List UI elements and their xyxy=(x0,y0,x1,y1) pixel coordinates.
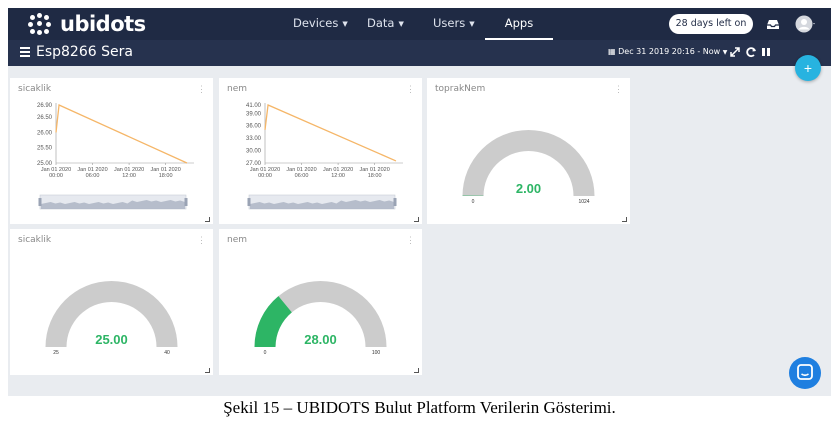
x-tick-label: 18:00 xyxy=(159,173,173,179)
chevron-down-icon: ▼ xyxy=(398,20,404,28)
resize-handle[interactable] xyxy=(414,368,419,373)
dashboard-title: Esp8266 Sera xyxy=(36,44,133,60)
x-tick-label: 06:00 xyxy=(86,173,100,179)
avatar-icon[interactable] xyxy=(795,13,817,35)
y-tick-label: 26.90 xyxy=(37,103,53,109)
nav-users[interactable]: Users ▼ xyxy=(433,8,475,40)
y-tick-label: 33.00 xyxy=(246,136,262,142)
resize-handle[interactable] xyxy=(622,217,627,222)
nav-apps-label: Apps xyxy=(504,16,534,30)
pause-icon[interactable] xyxy=(760,46,772,58)
gauge-value: 28.00 xyxy=(304,332,337,347)
resize-handle[interactable] xyxy=(205,368,210,373)
x-tick-label: 00:00 xyxy=(49,173,63,179)
inbox-icon[interactable] xyxy=(765,16,781,32)
plus-icon: + xyxy=(803,60,813,76)
gauge-max-label: 100 xyxy=(372,350,381,356)
hamburger-menu-icon[interactable] xyxy=(20,45,30,59)
ubidots-logo[interactable]: ubidots xyxy=(28,11,146,37)
logo-dots-icon xyxy=(28,13,54,35)
x-tick-label: 00:00 xyxy=(258,173,272,179)
refresh-icon[interactable] xyxy=(745,46,757,58)
gauge-value: 25.00 xyxy=(95,332,128,347)
widget-sicaklik-gauge[interactable]: sicaklik ⋮ 25.00 25 40 xyxy=(10,229,213,375)
navigator-handle-left xyxy=(247,198,251,206)
gauge-value: 2.00 xyxy=(516,181,541,196)
line-chart-nem: 41.0039.0036.0033.0030.0027.00Jan 01 202… xyxy=(246,103,403,210)
x-tick-label: 12:00 xyxy=(331,173,345,179)
app-screen: ubidots Devices ▼ Data ▼ Users ▼ Apps 28 da… xyxy=(8,8,831,396)
widget-topraknem-gauge[interactable]: toprakNem ⋮ 2.00 0 1024 xyxy=(427,78,630,224)
y-tick-label: 30.00 xyxy=(246,149,262,155)
chat-button[interactable] xyxy=(789,357,821,389)
device-header: Esp8266 Sera ▦ Dec 31 2019 20:16 - Now ▼ xyxy=(8,40,831,66)
add-widget-button[interactable]: + xyxy=(795,55,821,81)
y-tick-label: 25.50 xyxy=(37,146,53,152)
nav-devices-label: Devices xyxy=(293,16,339,30)
chevron-down-icon: ▼ xyxy=(342,20,348,28)
nav-devices[interactable]: Devices ▼ xyxy=(293,8,348,40)
logo-text: ubidots xyxy=(60,12,146,36)
x-tick-label: 06:00 xyxy=(295,173,309,179)
widget-nem-chart[interactable]: nem ⋮ 41.00 39.00 36.00 33.00 30.00 27.00 Jan … xyxy=(219,78,422,224)
gauge-topraknem: 2.00 0 1024 xyxy=(462,130,595,205)
chevron-down-icon: ▼ xyxy=(469,20,475,28)
gauge-max-label: 1024 xyxy=(578,199,589,205)
gauge-max-label: 40 xyxy=(164,350,170,356)
dashboard-selector[interactable]: Esp8266 Sera xyxy=(20,44,133,60)
series-line xyxy=(264,104,397,162)
navigator-handle-right xyxy=(184,198,188,206)
gauge-nem: 28.00 0 100 xyxy=(254,281,387,356)
y-tick-label: 26.50 xyxy=(37,115,53,121)
x-tick-label: 18:00 xyxy=(368,173,382,179)
line-chart-sicaklik: 26.9026.5026.0025.5025.00Jan 01 202000:0… xyxy=(37,103,194,210)
date-range-text: Dec 31 2019 20:16 - Now xyxy=(618,47,721,56)
resize-handle[interactable] xyxy=(205,217,210,222)
widget-sicaklik-chart[interactable]: sicaklik ⋮ 26.90 26.50 26.00 25.50 25.00 Jan … xyxy=(10,78,213,224)
chevron-down-icon: ▼ xyxy=(722,49,728,56)
trial-badge[interactable]: 28 days left on trial xyxy=(669,14,753,49)
top-navigation: ubidots Devices ▼ Data ▼ Users ▼ Apps 28 da… xyxy=(8,8,831,49)
y-tick-label: 36.00 xyxy=(246,124,262,130)
navigator-handle-left xyxy=(38,198,42,206)
gauge-min-label: 25 xyxy=(53,350,59,356)
figure-caption: Şekil 15 – UBIDOTS Bulut Platform Verile… xyxy=(223,398,616,417)
nav-users-label: Users xyxy=(433,16,466,30)
gauge-min-label: 0 xyxy=(472,199,475,205)
widget-nem-gauge[interactable]: nem ⋮ 28.00 0 100 xyxy=(219,229,422,375)
y-tick-label: 41.00 xyxy=(246,103,262,109)
chat-icon xyxy=(797,364,813,380)
nav-data[interactable]: Data ▼ xyxy=(367,8,404,40)
calendar-icon: ▦ xyxy=(608,47,616,56)
date-range-picker[interactable]: ▦ Dec 31 2019 20:16 - Now ▼ xyxy=(608,47,727,56)
y-tick-label: 26.00 xyxy=(37,130,53,136)
gauge-sicaklik: 25.00 25 40 xyxy=(45,281,178,356)
y-tick-label: 39.00 xyxy=(246,111,262,117)
nav-data-label: Data xyxy=(367,16,395,30)
series-line xyxy=(55,104,188,164)
gauge-min-label: 0 xyxy=(264,350,267,356)
x-tick-label: 12:00 xyxy=(122,173,136,179)
resize-handle[interactable] xyxy=(414,217,419,222)
nav-apps[interactable]: Apps xyxy=(485,8,553,40)
navigator-handle-right xyxy=(393,198,397,206)
expand-icon[interactable] xyxy=(729,46,741,58)
